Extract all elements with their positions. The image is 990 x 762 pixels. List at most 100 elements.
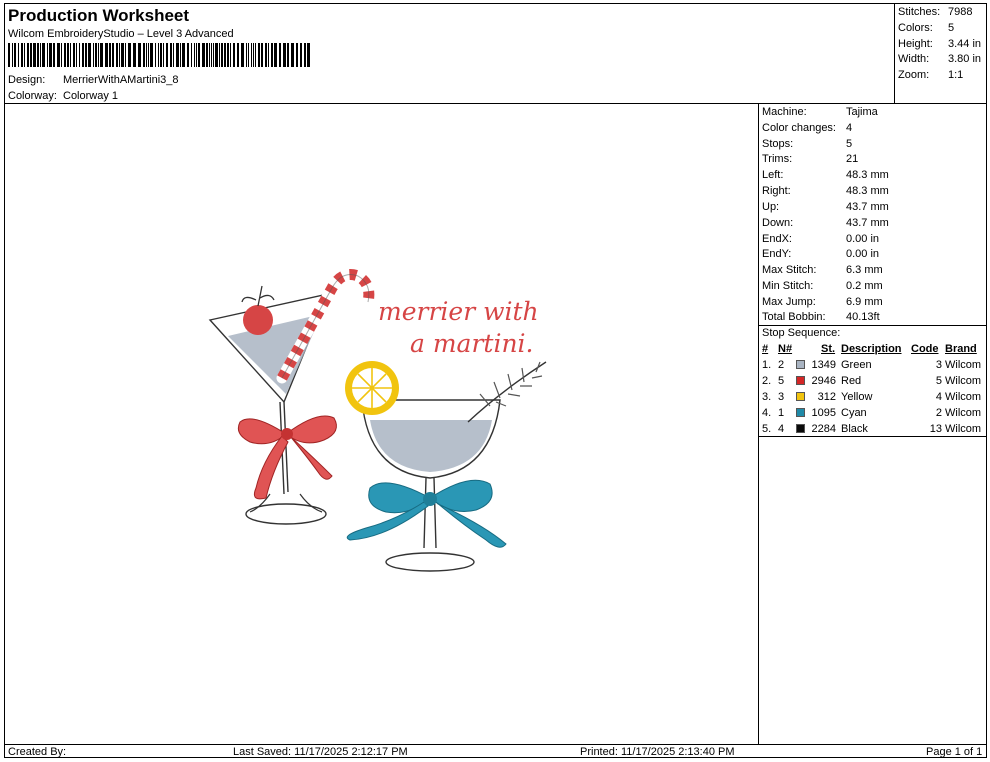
needle-number: 3 xyxy=(778,391,785,403)
color-swatch xyxy=(796,376,805,385)
barcode-bar xyxy=(196,43,197,67)
stop-sequence-title: Stop Sequence: xyxy=(762,327,841,339)
barcode-bar xyxy=(61,43,62,67)
barcode-bar xyxy=(64,43,66,67)
color-description: Red xyxy=(841,375,862,387)
barcode-bar xyxy=(79,43,80,67)
colors-value: 5 xyxy=(948,22,955,34)
spec-label-color-changes: Color changes: xyxy=(762,122,836,134)
barcode-bar xyxy=(182,43,185,67)
spec-value-min-stitch: 0.2 mm xyxy=(846,280,883,292)
spec-value-left: 48.3 mm xyxy=(846,169,889,181)
thread-code: 3 xyxy=(935,359,942,371)
coupe-glass-illustration xyxy=(345,361,547,572)
color-swatch xyxy=(796,392,805,401)
barcode-bar xyxy=(121,43,124,67)
barcode-bar xyxy=(98,43,99,67)
barcode-bar xyxy=(230,43,231,67)
barcode-bar xyxy=(211,43,212,67)
barcode-bar xyxy=(8,43,10,67)
color-description: Green xyxy=(841,359,872,371)
barcode-bar xyxy=(170,43,172,67)
color-description: Black xyxy=(841,423,868,435)
colorway-label: Colorway: xyxy=(8,90,57,102)
barcode-bar xyxy=(88,43,91,67)
barcode-bar xyxy=(47,43,48,67)
color-swatch xyxy=(796,424,805,433)
barcode-bar xyxy=(237,43,239,67)
stitch-count: 312 xyxy=(817,391,836,403)
color-description: Yellow xyxy=(841,391,873,403)
stitch-count: 2284 xyxy=(811,423,836,435)
barcode-bar xyxy=(57,43,60,67)
column-header-num: # xyxy=(762,343,769,355)
barcode-bar xyxy=(213,43,214,67)
zoom-label: Zoom: xyxy=(898,69,930,81)
barcode-bar xyxy=(116,43,118,67)
table-row: 5. 4 2284 Black 13 Wilcom xyxy=(762,421,984,437)
barcode-bar xyxy=(271,43,273,67)
barcode-bar xyxy=(173,43,174,67)
stitch-count: 2946 xyxy=(811,375,836,387)
table-row: 3. 3 312 Yellow 4 Wilcom xyxy=(762,389,984,405)
spec-label-down: Down: xyxy=(762,217,794,229)
barcode-bar xyxy=(150,43,153,67)
barcode-bar xyxy=(279,43,281,67)
barcode-bar xyxy=(125,43,126,67)
height-label: Height: xyxy=(898,38,933,50)
barcode-bar xyxy=(49,43,52,67)
barcode-bar xyxy=(307,43,310,67)
barcode-bar xyxy=(191,43,192,67)
spec-label-machine: Machine: xyxy=(762,106,807,118)
table-row: 4. 1 1095 Cyan 2 Wilcom xyxy=(762,405,984,421)
width-value: 3.80 in xyxy=(948,53,982,65)
barcode-bar xyxy=(133,43,136,67)
barcode-bar xyxy=(70,43,71,67)
stitch-count: 1349 xyxy=(811,359,836,371)
needle-number: 4 xyxy=(778,423,785,435)
barcode-bar xyxy=(233,43,235,67)
barcode-bar xyxy=(287,43,289,67)
barcode-bar xyxy=(33,43,36,67)
spec-value-trims: 21 xyxy=(846,153,859,165)
table-row: 1. 2 1349 Green 3 Wilcom xyxy=(762,357,984,373)
spec-value-right: 48.3 mm xyxy=(846,185,889,197)
spec-label-trims: Trims: xyxy=(762,153,793,165)
barcode-bar xyxy=(24,43,25,67)
barcode-bar xyxy=(176,43,179,67)
barcode-bar xyxy=(166,43,168,67)
barcode-bar xyxy=(138,43,141,67)
barcode-bar xyxy=(258,43,260,67)
barcode-bar xyxy=(160,43,162,67)
row-number: 2. xyxy=(762,375,772,387)
thread-brand: Wilcom xyxy=(945,359,982,371)
colorway-name: Colorway 1 xyxy=(63,90,119,102)
barcode-bar xyxy=(180,43,181,67)
color-description: Cyan xyxy=(841,407,867,419)
barcode-bar xyxy=(27,43,29,67)
column-header-description: Description xyxy=(841,343,902,355)
sidebar-divider xyxy=(758,103,759,744)
height-value: 3.44 in xyxy=(948,38,982,50)
spec-value-total-bobbin: 40.13ft xyxy=(846,311,880,323)
barcode-bar xyxy=(155,43,156,67)
barcode-bar xyxy=(300,43,302,67)
spec-value-color-changes: 4 xyxy=(846,122,853,134)
barcode-bar xyxy=(261,43,263,67)
barcode-bar xyxy=(93,43,94,67)
barcode-bar xyxy=(14,43,16,67)
barcode-bar xyxy=(206,43,208,67)
spec-label-right: Right: xyxy=(762,185,791,197)
barcode-bar xyxy=(248,43,249,67)
barcode-bar xyxy=(143,43,145,67)
barcode-bar xyxy=(53,43,55,67)
barcode-bar xyxy=(73,43,75,67)
barcode-bar xyxy=(37,43,39,67)
zoom-value: 1:1 xyxy=(948,69,964,81)
thread-code: 5 xyxy=(935,375,942,387)
martini-glass-illustration xyxy=(208,269,375,525)
thread-brand: Wilcom xyxy=(945,391,982,403)
barcode-bar xyxy=(265,43,267,67)
barcode-bar xyxy=(202,43,205,67)
thread-brand: Wilcom xyxy=(945,375,982,387)
